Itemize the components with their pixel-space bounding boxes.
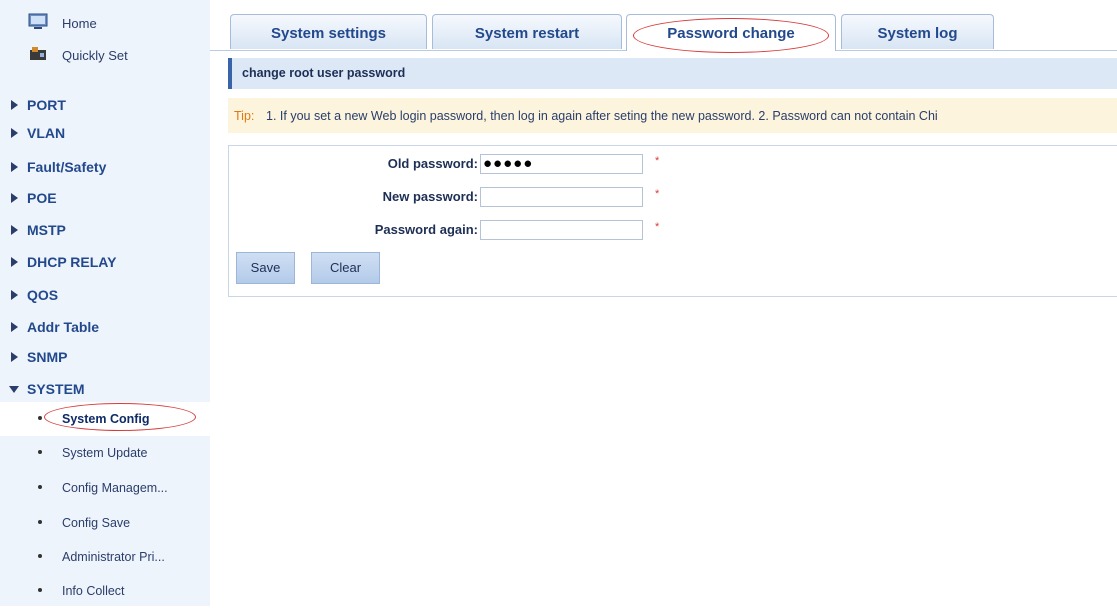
sidebar-item-fault-safety[interactable]: Fault/Safety [0, 151, 210, 183]
tab-password-change[interactable]: Password change [626, 14, 836, 51]
chevron-right-icon [11, 225, 18, 235]
required-marker: * [655, 221, 660, 233]
sidebar-item-quickly-set[interactable]: Quickly Set [0, 39, 210, 71]
chevron-right-icon [11, 100, 18, 110]
sidebar-item-qos[interactable]: QOS [0, 279, 210, 311]
tip-banner: Tip: 1. If you set a new Web login passw… [228, 98, 1117, 133]
tab-label: Password change [667, 25, 795, 42]
sidebar-subitem-label: System Update [62, 446, 148, 460]
chevron-right-icon [11, 193, 18, 203]
monitor-icon [28, 13, 48, 29]
sidebar-item-label: SYSTEM [27, 381, 85, 397]
chevron-right-icon [11, 162, 18, 172]
sidebar-item-label: Addr Table [27, 319, 100, 335]
sidebar-item-label: Fault/Safety [27, 159, 107, 175]
sidebar-subitem-label: System Config [62, 412, 150, 426]
save-button[interactable]: Save [236, 252, 295, 284]
password-form: Old password: ●●●●● * New password: * Pa… [228, 145, 1117, 297]
bullet-icon [38, 450, 42, 454]
bullet-icon [38, 520, 42, 524]
sidebar-item-label: QOS [27, 287, 59, 303]
sidebar-item-snmp[interactable]: SNMP [0, 341, 210, 373]
old-password-row: Old password: ●●●●● * [229, 153, 1117, 175]
clear-button[interactable]: Clear [311, 252, 380, 284]
tab-label: System restart [474, 25, 580, 42]
old-password-label: Old password: [387, 156, 478, 171]
old-password-value: ●●●●● [483, 155, 534, 172]
sidebar-subitem-system-update[interactable]: System Update [0, 436, 210, 470]
tip-label: Tip: [234, 109, 255, 123]
section-title: change root user password [242, 66, 406, 80]
tab-system-settings[interactable]: System settings [230, 14, 427, 49]
tab-system-log[interactable]: System log [841, 14, 994, 49]
sidebar-subitem-administrator-privilege[interactable]: Administrator Pri... [0, 540, 210, 574]
sidebar-subitem-system-config[interactable]: System Config [0, 402, 210, 436]
chevron-down-icon [9, 386, 19, 393]
password-again-field[interactable] [480, 220, 643, 240]
sidebar-subitem-config-save[interactable]: Config Save [0, 506, 210, 540]
tab-label: System log [877, 25, 958, 42]
wizard-icon [30, 47, 46, 60]
sidebar-subitem-info-collect[interactable]: Info Collect [0, 574, 210, 608]
section-header: change root user password [228, 58, 1117, 89]
bullet-icon [38, 416, 42, 420]
password-again-row: Password again: * [229, 219, 1117, 241]
new-password-field[interactable] [480, 187, 643, 207]
sidebar-item-label: Home [62, 16, 97, 31]
sidebar-item-home[interactable]: Home [0, 7, 210, 39]
required-marker: * [655, 155, 660, 167]
sidebar-item-label: MSTP [27, 222, 66, 238]
sidebar-subitem-config-management[interactable]: Config Managem... [0, 471, 210, 505]
sidebar-item-poe[interactable]: POE [0, 182, 210, 214]
new-password-label: New password: [382, 189, 478, 204]
sidebar-item-system[interactable]: SYSTEM [0, 373, 210, 405]
old-password-field[interactable]: ●●●●● [480, 154, 643, 174]
password-again-label: Password again: [374, 222, 478, 237]
sidebar-item-label: PORT [27, 97, 66, 113]
bullet-icon [38, 588, 42, 592]
sidebar-subitem-label: Config Save [62, 516, 131, 530]
main-content: System settings System restart Password … [210, 0, 1117, 606]
sidebar-item-label: Quickly Set [62, 48, 128, 63]
sidebar-item-label: SNMP [27, 349, 68, 365]
new-password-row: New password: * [229, 186, 1117, 208]
bullet-icon [38, 485, 42, 489]
tab-bar: System settings System restart Password … [210, 0, 1117, 53]
sidebar-item-mstp[interactable]: MSTP [0, 214, 210, 246]
bullet-icon [38, 554, 42, 558]
sidebar-item-dhcp-relay[interactable]: DHCP RELAY [0, 246, 210, 278]
sidebar-item-vlan[interactable]: VLAN [0, 117, 210, 149]
sidebar: Home Quickly Set PORT VLAN Fault/Safety … [0, 0, 210, 606]
tab-system-restart[interactable]: System restart [432, 14, 622, 49]
sidebar-subitem-label: Administrator Pri... [62, 550, 165, 564]
sidebar-item-label: DHCP RELAY [27, 254, 117, 270]
chevron-right-icon [11, 290, 18, 300]
sidebar-subitem-label: Config Managem... [62, 481, 168, 495]
chevron-right-icon [11, 352, 18, 362]
tip-text: 1. If you set a new Web login password, … [266, 109, 938, 123]
sidebar-item-addr-table[interactable]: Addr Table [0, 311, 210, 343]
sidebar-subitem-label: Info Collect [62, 584, 125, 598]
tab-label: System settings [270, 25, 387, 42]
chevron-right-icon [11, 257, 18, 267]
chevron-right-icon [11, 322, 18, 332]
sidebar-item-label: POE [27, 190, 57, 206]
required-marker: * [655, 188, 660, 200]
chevron-right-icon [11, 128, 18, 138]
sidebar-item-label: VLAN [27, 125, 66, 141]
